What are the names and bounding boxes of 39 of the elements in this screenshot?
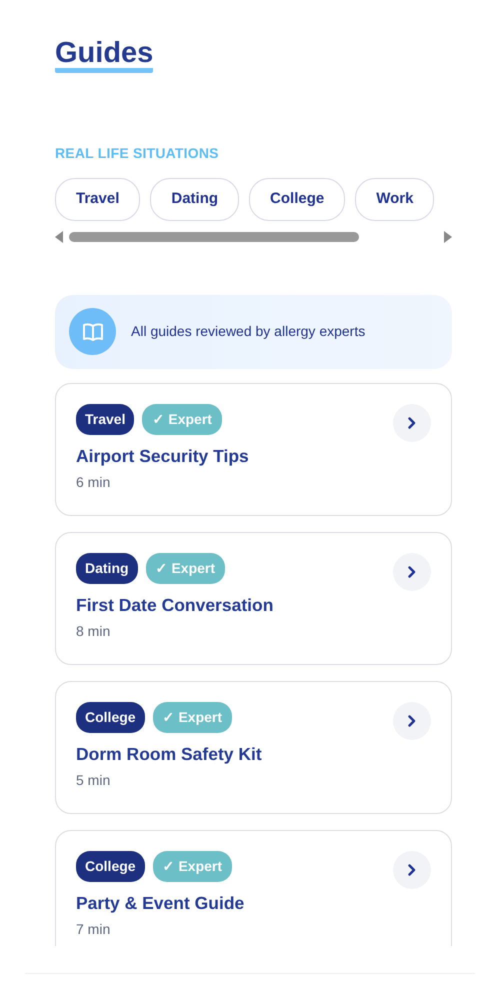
scrollbar-thumb[interactable] <box>69 232 359 242</box>
expert-tag: ✓ Expert <box>146 552 226 584</box>
book-icon <box>69 308 116 356</box>
category-chip[interactable]: Work <box>355 178 434 221</box>
duration-text: 5 min <box>76 771 112 790</box>
chevron-button[interactable] <box>393 702 431 740</box>
guide-card[interactable]: College ✓ Expert Dorm Room Safety Kit 5 min <box>55 680 452 814</box>
guide-title: Dorm Room Safety Kit <box>76 742 263 766</box>
expert-tag: ✓ Expert <box>152 702 232 733</box>
guide-title: Airport Security Tips <box>76 444 250 468</box>
banner-text: All guides reviewed by allergy experts <box>131 322 366 342</box>
category-chip[interactable]: Dating <box>150 178 240 221</box>
category-tag: Dating <box>76 552 138 584</box>
expert-tag: ✓ Expert <box>142 404 222 435</box>
chevron-right-icon <box>408 864 416 876</box>
expert-tag: ✓ Expert <box>152 850 232 882</box>
chevron-right-icon <box>408 416 416 429</box>
page-title: Guides <box>55 38 154 74</box>
chevron-right-icon <box>408 566 416 578</box>
chevron-right-icon <box>408 714 416 727</box>
section-label: REAL LIFE SITUATIONS <box>55 144 220 164</box>
scroll-right-icon[interactable] <box>444 230 452 243</box>
category-tag: College <box>76 850 145 882</box>
guide-card[interactable]: Travel ✓ Expert Airport Security Tips 6 min <box>55 382 452 516</box>
chevron-button[interactable] <box>393 850 431 889</box>
guide-card[interactable]: College ✓ Expert Party & Event Guide 7 min <box>55 830 452 946</box>
scroll-left-icon[interactable] <box>55 230 63 243</box>
duration-text: 7 min <box>76 920 112 940</box>
duration-text: 6 min <box>76 473 112 492</box>
guide-title: First Date Conversation <box>76 594 274 617</box>
category-chip[interactable]: College <box>249 178 346 221</box>
guide-title: Party & Event Guide <box>76 892 246 915</box>
category-tag: College <box>76 702 145 733</box>
chevron-button[interactable] <box>393 404 431 442</box>
guide-card[interactable]: Dating ✓ Expert First Date Conversation 8 min <box>55 532 452 665</box>
chevron-button[interactable] <box>393 552 431 591</box>
category-tag: Travel <box>76 404 134 435</box>
duration-text: 8 min <box>76 622 112 642</box>
category-chip[interactable]: Travel <box>55 178 140 221</box>
